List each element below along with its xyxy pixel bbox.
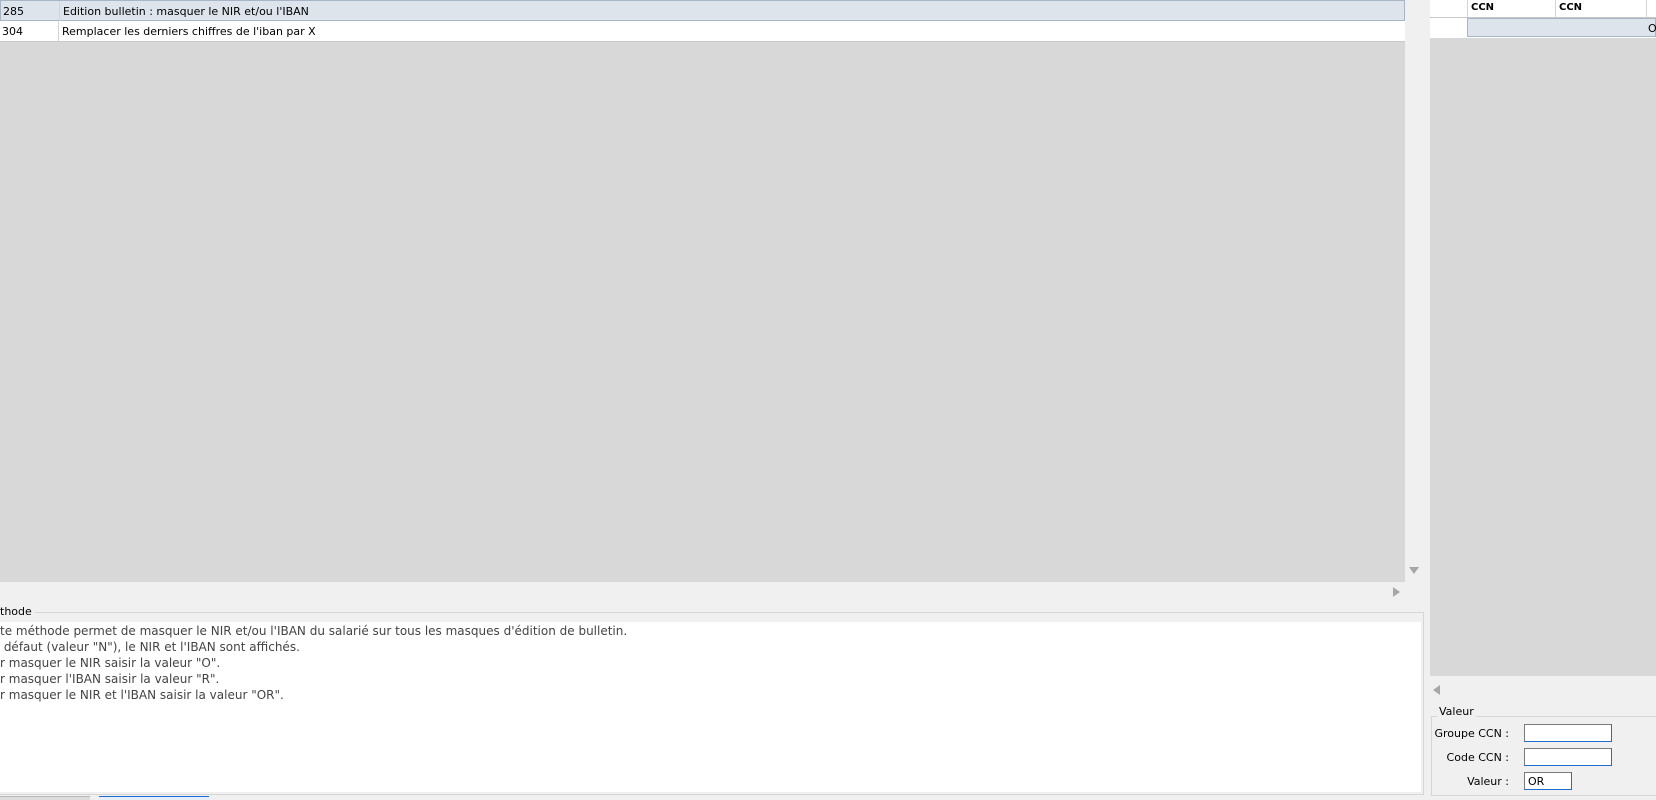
column-divider: [1646, 0, 1647, 17]
ccn-horizontal-scrollbar[interactable]: [1430, 676, 1656, 696]
column-divider: [1467, 0, 1468, 17]
methods-horizontal-scrollbar[interactable]: [0, 582, 1425, 602]
ccn-grid-header: [1430, 0, 1656, 18]
column-divider: [58, 21, 59, 41]
table-row[interactable]: 304 Remplacer les derniers chiffres de l…: [0, 21, 1405, 42]
groupe-ccn-label: Groupe CCN :: [1434, 727, 1509, 740]
description-line: r masquer l'IBAN saisir la valeur "R".: [0, 672, 220, 686]
column-divider: [1555, 0, 1556, 17]
ccn-row-value: O: [1648, 22, 1656, 35]
code-ccn-input[interactable]: [1524, 748, 1612, 766]
column-header-code-ccn[interactable]: CCN: [1559, 2, 1582, 13]
column-divider: [59, 1, 60, 21]
description-line: te méthode permet de masquer le NIR et/o…: [0, 624, 628, 638]
description-line: défaut (valeur "N"), le NIR et l'IBAN so…: [0, 640, 300, 654]
description-line: r masquer le NIR et l'IBAN saisir la val…: [0, 688, 284, 702]
methods-grid: [0, 0, 1405, 582]
method-number: 285: [3, 5, 24, 18]
ccn-grid: [1430, 0, 1656, 676]
selected-cell[interactable]: [1467, 18, 1656, 37]
method-number: 304: [2, 25, 23, 38]
scroll-down-arrow-icon[interactable]: [1409, 567, 1419, 574]
valeur-group-title: Valeur: [1437, 705, 1476, 718]
scroll-right-arrow-icon[interactable]: [1393, 587, 1400, 597]
code-ccn-label: Code CCN :: [1446, 751, 1509, 764]
table-row[interactable]: 285 Edition bulletin : masquer le NIR et…: [0, 0, 1405, 21]
bottom-tab-active[interactable]: [99, 796, 209, 800]
description-line: r masquer le NIR saisir la valeur "O".: [0, 656, 221, 670]
methods-vertical-scrollbar[interactable]: [1405, 0, 1425, 582]
scroll-left-arrow-icon[interactable]: [1433, 685, 1440, 695]
bottom-tab[interactable]: [0, 796, 90, 800]
valeur-label: Valeur :: [1467, 775, 1509, 788]
groupe-ccn-input[interactable]: [1524, 724, 1612, 742]
method-label: Edition bulletin : masquer le NIR et/ou …: [63, 5, 309, 18]
column-header-groupe-ccn[interactable]: CCN: [1471, 2, 1494, 13]
method-label: Remplacer les derniers chiffres de l'iba…: [62, 25, 316, 38]
description-group-title: thode: [0, 605, 35, 618]
valeur-input[interactable]: OR: [1524, 772, 1572, 790]
